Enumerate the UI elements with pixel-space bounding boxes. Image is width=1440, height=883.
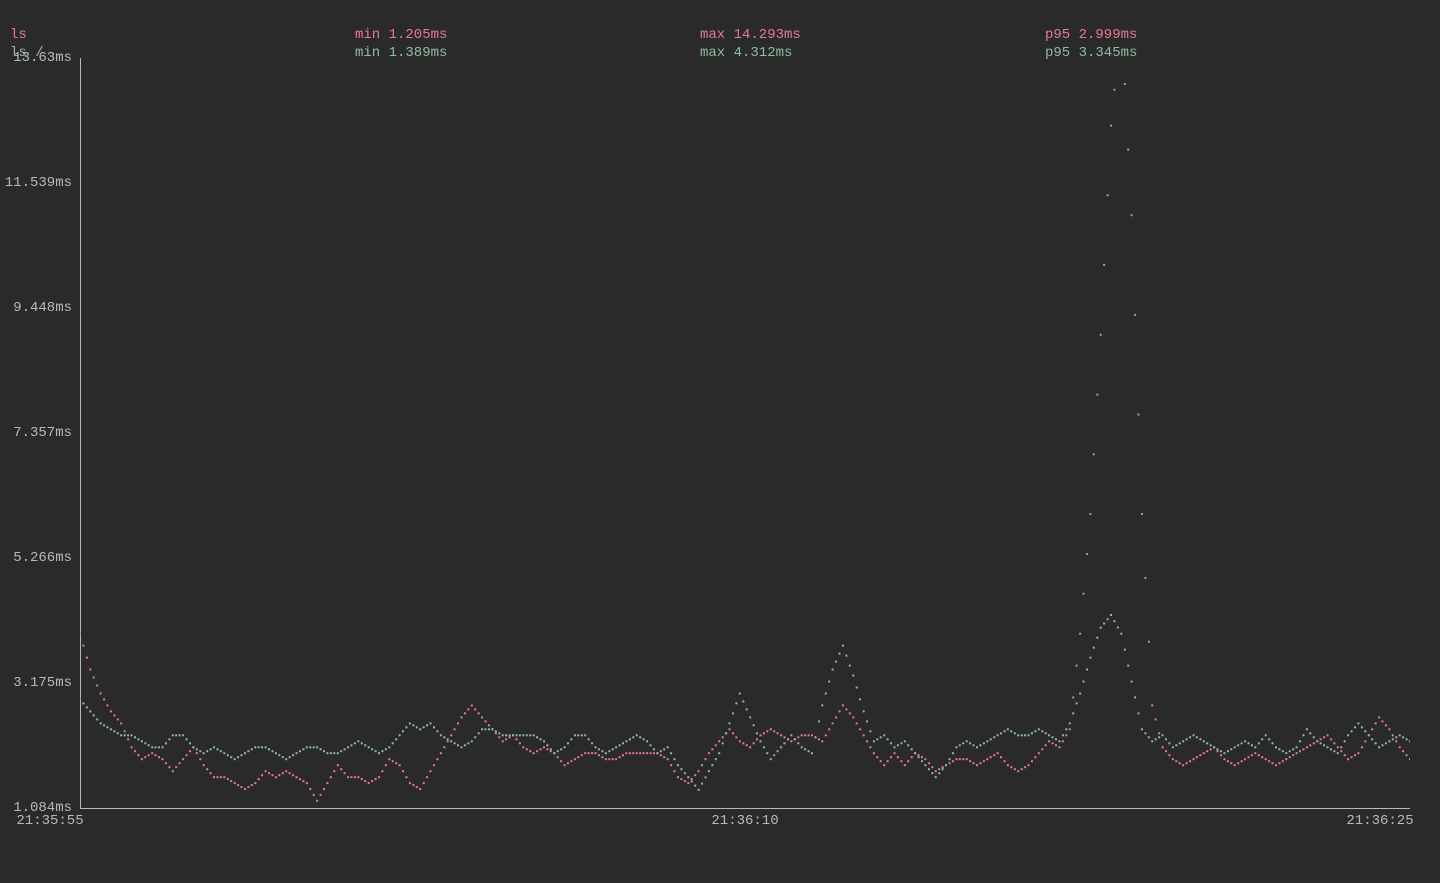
series-ls — [80, 58, 1410, 802]
series-ls-/ — [80, 614, 1410, 791]
legend-name: ls — [10, 26, 355, 44]
legend-max: max 14.293ms — [700, 26, 1045, 44]
x-tick: 21:35:55 — [16, 813, 83, 829]
x-tick: 21:36:10 — [711, 813, 778, 829]
y-tick: 3.175ms — [13, 675, 72, 691]
x-axis-line — [80, 808, 1410, 809]
chart-plot — [80, 58, 1410, 808]
y-tick: 9.448ms — [13, 300, 72, 316]
y-tick: 11.539ms — [5, 175, 72, 191]
y-tick: 7.357ms — [13, 425, 72, 441]
legend-min: min 1.205ms — [355, 26, 700, 44]
x-axis: 21:35:55 21:36:10 21:36:25 — [0, 813, 1440, 833]
chart-legend: ls min 1.205ms max 14.293ms p95 2.999ms … — [10, 26, 1430, 62]
x-tick: 21:36:25 — [1346, 813, 1413, 829]
legend-row-ls: ls min 1.205ms max 14.293ms p95 2.999ms — [10, 26, 1430, 44]
legend-p95: p95 2.999ms — [1045, 26, 1390, 44]
y-tick: 5.266ms — [13, 550, 72, 566]
y-tick: 13.63ms — [13, 50, 72, 66]
